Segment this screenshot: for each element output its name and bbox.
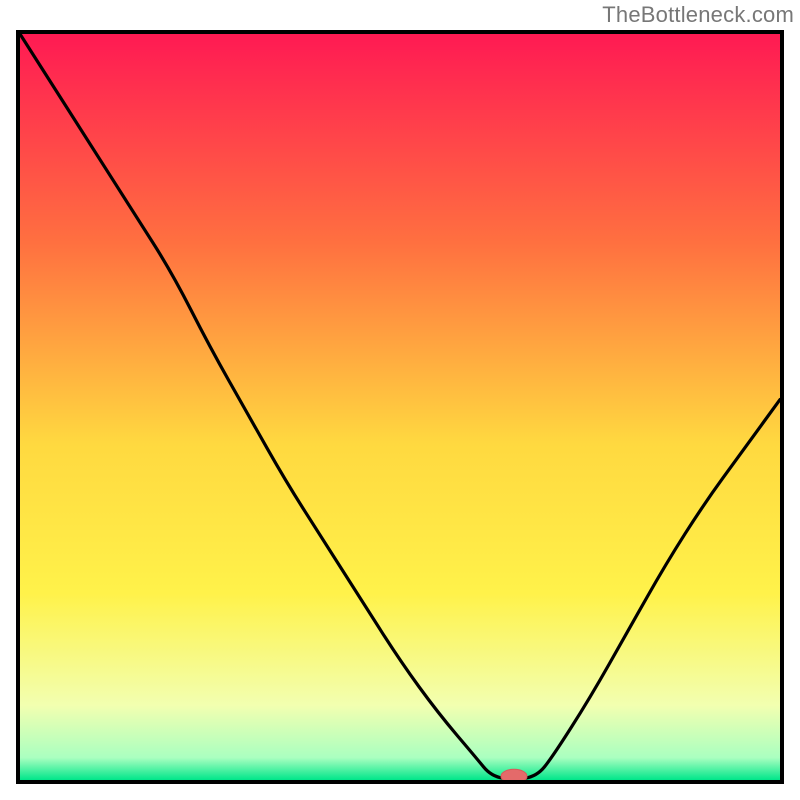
chart-svg <box>20 34 780 780</box>
gradient-background <box>20 34 780 780</box>
plot-area <box>20 34 780 780</box>
optimal-marker <box>501 769 527 780</box>
plot-border <box>16 30 784 784</box>
chart-frame: TheBottleneck.com <box>0 0 800 800</box>
watermark-text: TheBottleneck.com <box>602 2 794 28</box>
